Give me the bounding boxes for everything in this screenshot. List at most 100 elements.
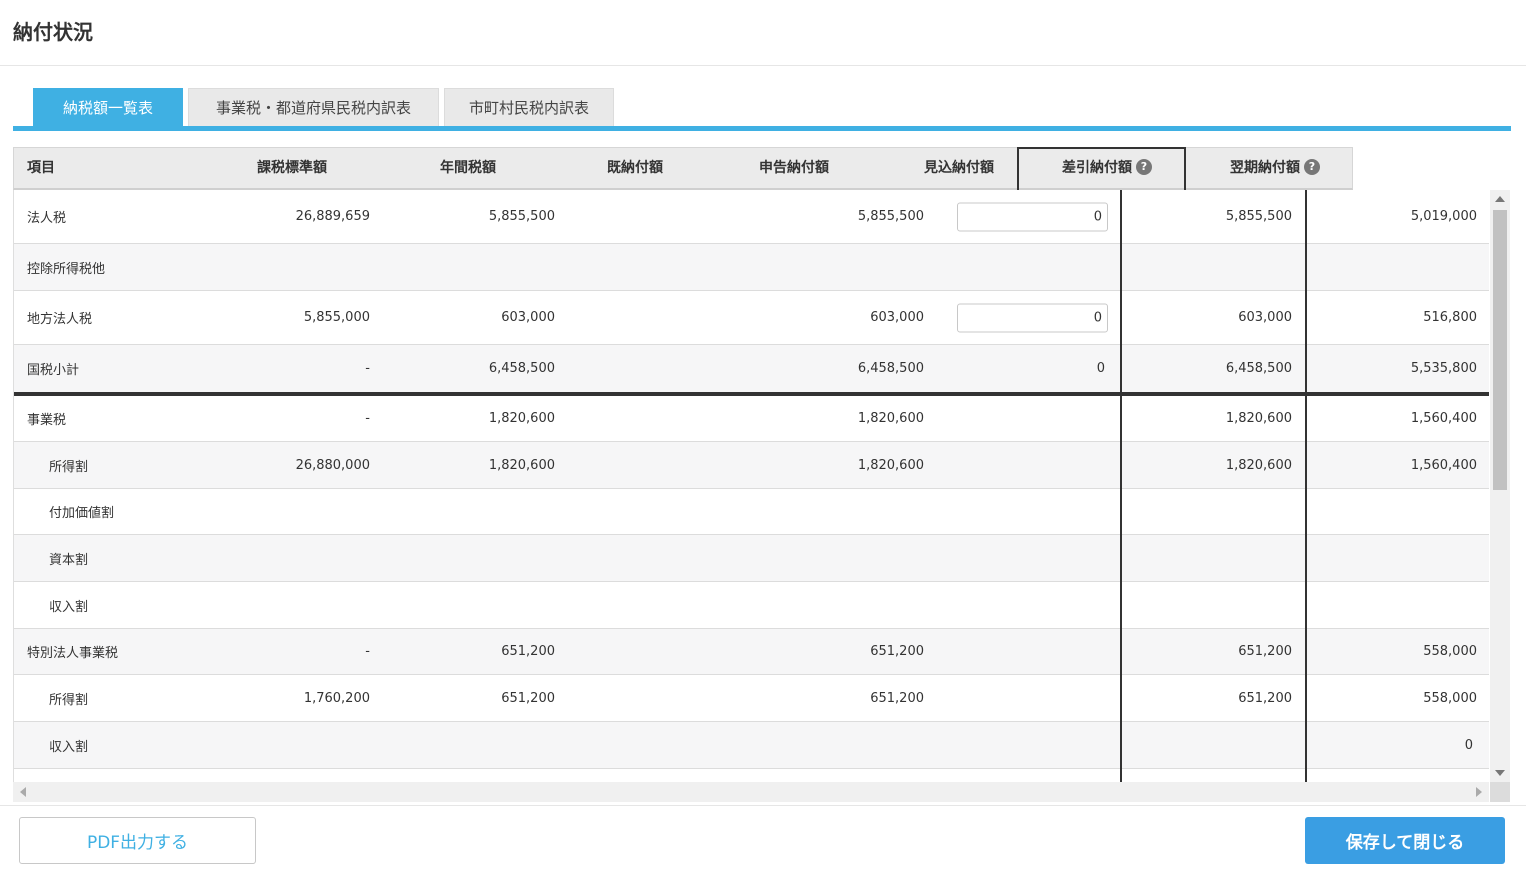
header-diff-label: 差引納付額 xyxy=(1062,160,1132,176)
cell-next: 5,019,000 xyxy=(1410,209,1477,224)
cell-declared: 1,820,600 xyxy=(857,411,924,426)
cell-diff: 5,855,500 xyxy=(1225,209,1292,224)
header-declared: 申告納付額 xyxy=(759,160,829,176)
table-row: 付加価値割 xyxy=(14,489,1489,535)
scroll-down-icon[interactable] xyxy=(1495,770,1505,776)
tab-business-tax-breakdown[interactable]: 事業税・都道府県民税内訳表 xyxy=(188,88,439,126)
cell-annual: 1,820,600 xyxy=(488,457,555,473)
cell-diff: 651,200 xyxy=(1238,644,1292,659)
estimate-input[interactable] xyxy=(957,202,1108,231)
cell-next: 1,560,400 xyxy=(1410,457,1477,473)
cell-annual: 6,458,500 xyxy=(488,361,555,376)
pdf-export-button[interactable]: PDF出力する xyxy=(19,817,256,864)
cell-base: 26,889,659 xyxy=(295,209,370,224)
table-header: 項目 課税標準額 年間税額 既納付額 申告納付額 見込納付額 差引納付額? 翌期… xyxy=(13,147,1353,190)
cell-next: 5,535,800 xyxy=(1410,361,1477,376)
cell-item: 所得割 xyxy=(49,459,89,475)
column-divider xyxy=(1305,190,1307,392)
cell-declared: 5,855,500 xyxy=(857,209,924,224)
cell-annual: 603,000 xyxy=(501,310,555,325)
cell-diff: 6,458,500 xyxy=(1225,361,1292,376)
scroll-up-icon[interactable] xyxy=(1495,196,1505,202)
cell-diff: 603,000 xyxy=(1238,310,1292,325)
column-divider xyxy=(1120,190,1122,392)
tab-municipal-tax-breakdown[interactable]: 市町村民税内訳表 xyxy=(444,88,614,126)
cell-next: 0 xyxy=(1464,737,1473,753)
vertical-scrollbar[interactable] xyxy=(1490,190,1510,782)
cell-item: 所得割 xyxy=(49,692,89,708)
header-item: 項目 xyxy=(27,160,55,176)
cell-item: 収入割 xyxy=(49,739,89,755)
estimate-input[interactable] xyxy=(957,303,1108,332)
table-row: 収入割 xyxy=(14,582,1489,629)
header-taxable-base: 課税標準額 xyxy=(257,160,327,176)
footer-bar: PDF出力する 保存して閉じる xyxy=(0,805,1526,871)
scroll-corner xyxy=(1490,782,1510,802)
cell-item: 付加価値割 xyxy=(49,506,115,521)
scroll-right-icon[interactable] xyxy=(1476,787,1482,797)
cell-base: 1,760,200 xyxy=(303,690,370,706)
vertical-scroll-thumb[interactable] xyxy=(1493,210,1507,490)
cell-item: 特別法人事業税 xyxy=(27,646,119,661)
table-body: 法人税 26,889,659 5,855,500 5,855,500 5,855… xyxy=(13,190,1489,782)
cell-next: 1,560,400 xyxy=(1410,411,1477,426)
table-row: 国税小計 - 6,458,500 6,458,500 0 6,458,500 5… xyxy=(14,345,1489,392)
cell-base: 5,855,000 xyxy=(303,310,370,325)
cell-next: 516,800 xyxy=(1423,310,1477,325)
table-row: 資本割 xyxy=(14,535,1489,582)
cell-item: 国税小計 xyxy=(27,363,80,378)
cell-base: - xyxy=(365,644,370,659)
cell-item: 収入割 xyxy=(49,599,89,615)
scroll-left-icon[interactable] xyxy=(20,787,26,797)
table-row: 特別法人事業税 - 651,200 651,200 651,200 558,00… xyxy=(14,629,1489,675)
horizontal-scrollbar[interactable] xyxy=(13,782,1489,802)
cell-base: 26,880,000 xyxy=(295,457,370,473)
tab-tax-summary[interactable]: 納税額一覧表 xyxy=(33,88,183,126)
tab-underline xyxy=(13,126,1511,131)
cell-diff: 1,820,600 xyxy=(1225,411,1292,426)
header-next-period: 翌期納付額? xyxy=(1230,148,1320,189)
cell-base: - xyxy=(365,361,370,376)
cell-annual: 651,200 xyxy=(501,690,555,706)
cell-base: - xyxy=(365,411,370,426)
cell-annual: 651,200 xyxy=(501,644,555,659)
table-row xyxy=(14,769,1489,782)
table-row: 所得割 26,880,000 1,820,600 1,820,600 1,820… xyxy=(14,442,1489,489)
header-paid: 既納付額 xyxy=(607,160,663,176)
cell-next: 558,000 xyxy=(1423,644,1477,659)
column-divider xyxy=(1120,396,1122,782)
table-row: 地方法人税 5,855,000 603,000 603,000 603,000 … xyxy=(14,291,1489,345)
cell-item: 控除所得税他 xyxy=(27,261,106,277)
save-and-close-button[interactable]: 保存して閉じる xyxy=(1305,817,1505,864)
page-title: 納付状況 xyxy=(13,20,93,44)
help-icon[interactable]: ? xyxy=(1304,158,1320,175)
cell-declared: 651,200 xyxy=(870,644,924,659)
cell-annual: 5,855,500 xyxy=(488,209,555,224)
table-row: 収入割 0 xyxy=(14,722,1489,769)
cell-item: 法人税 xyxy=(27,211,67,226)
cell-diff: 1,820,600 xyxy=(1225,457,1292,473)
column-divider xyxy=(1305,396,1307,782)
header-diff: 差引納付額? xyxy=(1062,148,1152,189)
page-header: 納付状況 xyxy=(0,0,1526,66)
header-estimate: 見込納付額 xyxy=(924,160,994,176)
cell-annual: 1,820,600 xyxy=(488,411,555,426)
cell-diff: 651,200 xyxy=(1238,690,1292,706)
header-next-label: 翌期納付額 xyxy=(1230,160,1300,176)
cell-declared: 6,458,500 xyxy=(857,361,924,376)
header-annual-tax: 年間税額 xyxy=(440,160,496,176)
table-row: 法人税 26,889,659 5,855,500 5,855,500 5,855… xyxy=(14,190,1489,244)
cell-item: 事業税 xyxy=(27,413,67,428)
table-row: 事業税 - 1,820,600 1,820,600 1,820,600 1,56… xyxy=(14,396,1489,442)
cell-estimate: 0 xyxy=(1096,361,1105,376)
cell-item: 地方法人税 xyxy=(27,312,93,327)
cell-declared: 651,200 xyxy=(870,690,924,706)
cell-next: 558,000 xyxy=(1423,690,1477,706)
table-row: 所得割 1,760,200 651,200 651,200 651,200 55… xyxy=(14,675,1489,722)
tax-table: 項目 課税標準額 年間税額 既納付額 申告納付額 見込納付額 差引納付額? 翌期… xyxy=(13,147,1510,803)
cell-declared: 1,820,600 xyxy=(857,457,924,473)
tab-bar: 納税額一覧表 事業税・都道府県民税内訳表 市町村民税内訳表 xyxy=(13,87,1511,131)
table-row: 控除所得税他 xyxy=(14,244,1489,291)
cell-declared: 603,000 xyxy=(870,310,924,325)
help-icon[interactable]: ? xyxy=(1136,158,1152,175)
